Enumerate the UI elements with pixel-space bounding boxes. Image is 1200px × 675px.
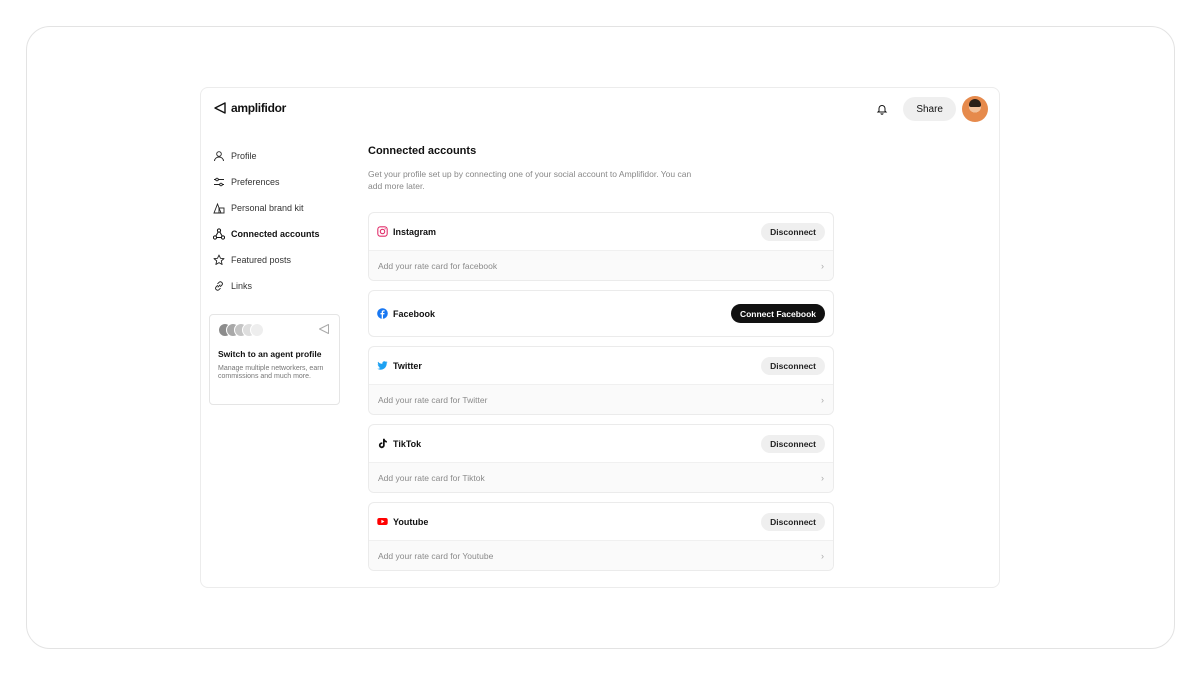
disconnect-button[interactable]: Disconnect [761,356,825,375]
rate-card-label: Add your rate card for Youtube [378,550,494,561]
agent-card-description: Manage multiple networkers, earn commiss… [218,365,324,380]
disconnect-button[interactable]: Disconnect [761,512,825,531]
account-name: Instagram [393,226,437,237]
account-name: Twitter [393,360,422,371]
sidebar-item-label: Personal brand kit [231,203,304,213]
rate-card-row[interactable]: Add your rate card for Tiktok › [369,462,833,492]
rate-card-row[interactable]: Add your rate card for Twitter › [369,384,833,414]
account-name: Youtube [393,516,429,527]
sidebar-item-label: Links [231,281,253,291]
sidebar-item-label: Profile [231,151,257,161]
accounts-list: Instagram Disconnect Add your rate card … [368,212,834,571]
sidebar-item-links[interactable]: Links [213,273,343,299]
main-content: Connected accounts Get your profile set … [368,145,834,571]
disconnect-button[interactable]: Disconnect [761,222,825,241]
page-description: Get your profile set up by connecting on… [368,169,692,191]
chevron-right-icon: › [821,472,824,483]
account-card-instagram: Instagram Disconnect Add your rate card … [368,212,834,281]
rate-card-label: Add your rate card for facebook [378,260,498,271]
account-header: Facebook Connect Facebook [369,291,833,336]
agent-card-title: Switch to an agent profile [218,349,322,359]
avatar [250,323,264,337]
rate-card-label: Add your rate card for Twitter [378,394,488,405]
chevron-right-icon: › [821,550,824,561]
account-header: Youtube Disconnect [369,503,833,540]
sidebar-item-featured-posts[interactable]: Featured posts [213,247,343,273]
rate-card-label: Add your rate card for Tiktok [378,472,485,483]
disconnect-button[interactable]: Disconnect [761,434,825,453]
tiktok-icon [377,438,388,449]
logo-icon [319,324,329,334]
star-icon [213,254,225,265]
sidebar-item-connected-accounts[interactable]: Connected accounts [213,221,343,247]
app-window: amplifidor Share Profile Preferences Per… [200,87,1000,588]
user-avatar[interactable] [962,96,988,122]
account-name: TikTok [393,438,422,449]
page-title: Connected accounts [368,145,477,157]
network-icon [213,228,225,240]
agent-avatars [218,323,331,337]
app-name: amplifidor [231,101,287,115]
chevron-right-icon: › [821,394,824,405]
share-button[interactable]: Share [903,97,956,121]
account-header: TikTok Disconnect [369,425,833,462]
chevron-right-icon: › [821,260,824,271]
user-icon [214,151,224,162]
account-name: Facebook [393,308,436,319]
sliders-icon [214,177,224,187]
sidebar-item-label: Featured posts [231,255,292,265]
instagram-icon [377,226,388,237]
sidebar-item-personal-brand-kit[interactable]: Personal brand kit [213,195,343,221]
header-actions: Share [871,96,988,122]
facebook-icon [377,308,388,319]
account-header: Instagram Disconnect [369,213,833,250]
logo-icon [214,102,226,114]
account-card-youtube: Youtube Disconnect Add your rate card fo… [368,502,834,571]
sidebar-item-profile[interactable]: Profile [213,143,343,169]
sidebar-item-preferences[interactable]: Preferences [213,169,343,195]
account-card-facebook: Facebook Connect Facebook [368,290,834,337]
logo[interactable]: amplifidor [213,101,286,115]
sidebar-item-label: Preferences [231,177,280,187]
account-card-tiktok: TikTok Disconnect Add your rate card for… [368,424,834,493]
rate-card-row[interactable]: Add your rate card for Youtube › [369,540,833,570]
connect-facebook-button[interactable]: Connect Facebook [730,304,825,323]
sidebar: Profile Preferences Personal brand kit C… [213,143,343,299]
account-header: Twitter Disconnect [369,347,833,384]
link-icon [215,281,223,291]
sidebar-item-label: Connected accounts [231,229,320,239]
agent-profile-card[interactable]: Switch to an agent profile Manage multip… [209,314,340,405]
shapes-icon [213,202,225,214]
twitter-icon [377,360,388,371]
bell-icon[interactable] [871,98,893,120]
youtube-icon [377,516,388,527]
rate-card-row[interactable]: Add your rate card for facebook › [369,250,833,280]
account-card-twitter: Twitter Disconnect Add your rate card fo… [368,346,834,415]
